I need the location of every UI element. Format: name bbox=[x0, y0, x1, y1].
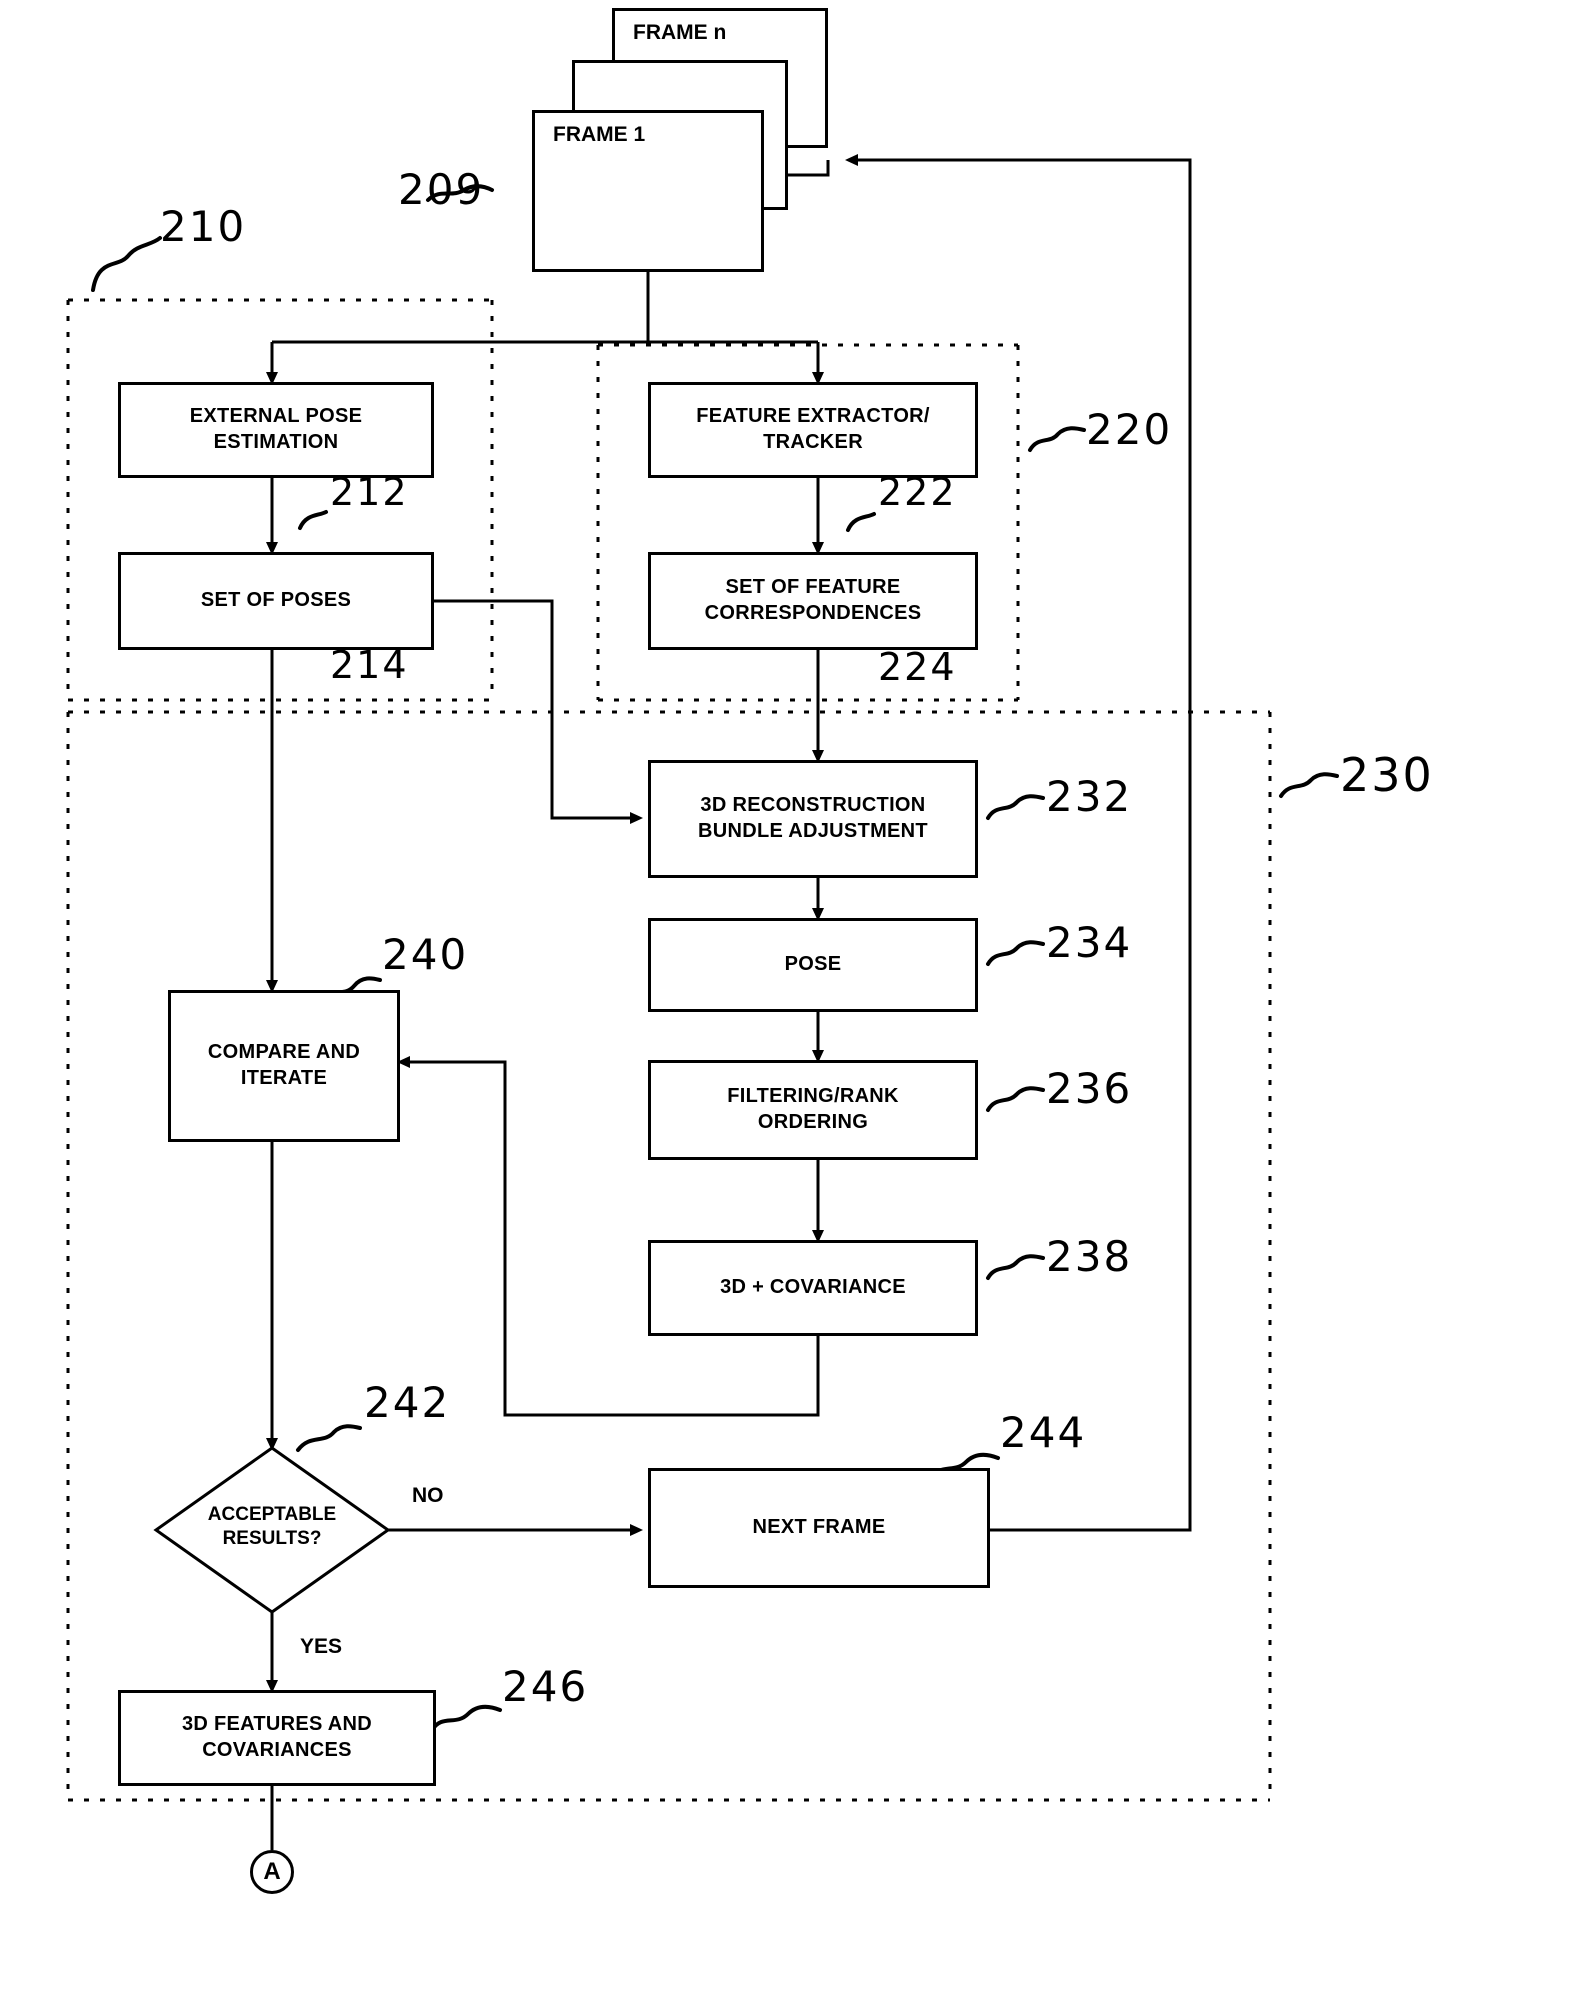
ref-232: 232 bbox=[1046, 772, 1133, 821]
feature-extractor-tracker-box: FEATURE EXTRACTOR/ TRACKER bbox=[648, 382, 978, 478]
compare-and-iterate-box: COMPARE AND ITERATE bbox=[168, 990, 400, 1142]
3d-features-line1: 3D FEATURES AND bbox=[181, 1713, 373, 1736]
ref-222: 222 bbox=[878, 470, 957, 514]
connector-a-circle: A bbox=[250, 1850, 294, 1894]
leader-242 bbox=[296, 1424, 362, 1452]
reconstruction-line2: BUNDLE ADJUSTMENT bbox=[698, 820, 928, 842]
ref-234: 234 bbox=[1046, 918, 1133, 967]
filtering-line1: FILTERING/RANK bbox=[727, 1085, 899, 1108]
leader-232 bbox=[986, 794, 1045, 820]
figure-canvas: FRAME n FRAME 1 EXTERNAL POSE ESTIMATION… bbox=[0, 0, 1574, 1993]
frame-n-label: FRAME n bbox=[633, 21, 727, 44]
leader-220 bbox=[1028, 426, 1086, 452]
decision-line2: RESULTS? bbox=[222, 1527, 322, 1549]
ref-209: 209 bbox=[398, 165, 485, 214]
leader-230 bbox=[1279, 772, 1339, 798]
leader-214 bbox=[298, 510, 328, 530]
leader-246 bbox=[430, 1704, 502, 1732]
frame-1-label: FRAME 1 bbox=[553, 123, 646, 146]
ref-240: 240 bbox=[382, 930, 469, 979]
leader-224 bbox=[846, 512, 876, 532]
decision-line1: ACCEPTABLE bbox=[207, 1504, 337, 1525]
leader-210 bbox=[91, 236, 162, 292]
external-pose-estimation-line1: EXTERNAL POSE bbox=[189, 405, 363, 428]
filtering-rank-ordering-box: FILTERING/RANK ORDERING bbox=[648, 1060, 978, 1160]
ref-212: 212 bbox=[330, 470, 409, 514]
external-pose-estimation-box: EXTERNAL POSE ESTIMATION bbox=[118, 382, 434, 478]
ref-210: 210 bbox=[160, 202, 247, 251]
branch-yes-label: YES bbox=[300, 1635, 343, 1658]
ref-224: 224 bbox=[878, 645, 957, 689]
line-set-of-poses-to-reconstruction bbox=[434, 599, 643, 824]
compare-line1: COMPARE AND bbox=[207, 1041, 361, 1064]
feature-extractor-tracker-line2: TRACKER bbox=[763, 431, 863, 453]
leader-234 bbox=[986, 940, 1045, 966]
reconstruction-line1: 3D RECONSTRUCTION bbox=[700, 794, 926, 817]
3d-features-and-covariances-box: 3D FEATURES AND COVARIANCES bbox=[118, 1690, 436, 1786]
feature-extractor-tracker-line1: FEATURE EXTRACTOR/ bbox=[696, 405, 930, 428]
set-of-feature-correspondences-box: SET OF FEATURE CORRESPONDENCES bbox=[648, 552, 978, 650]
ref-246: 246 bbox=[502, 1662, 589, 1711]
external-pose-estimation-line2: ESTIMATION bbox=[213, 431, 339, 453]
pose-box: POSE bbox=[648, 918, 978, 1012]
filtering-line2: ORDERING bbox=[757, 1111, 869, 1133]
3d-plus-covariance-box: 3D + COVARIANCE bbox=[648, 1240, 978, 1336]
ref-220: 220 bbox=[1086, 405, 1173, 454]
set-of-poses-box: SET OF POSES bbox=[118, 552, 434, 650]
next-frame-box: NEXT FRAME bbox=[648, 1468, 990, 1588]
ref-242: 242 bbox=[364, 1378, 451, 1427]
3d-features-line2: COVARIANCES bbox=[202, 1739, 352, 1761]
leader-236 bbox=[986, 1086, 1045, 1112]
connector-a-label: A bbox=[263, 1858, 281, 1885]
frame-1-box: FRAME 1 bbox=[532, 110, 764, 272]
set-of-feature-correspondences-line2: CORRESPONDENCES bbox=[704, 602, 922, 624]
ref-230: 230 bbox=[1340, 748, 1434, 802]
set-of-poses-line1: SET OF POSES bbox=[200, 589, 352, 612]
pose-line1: POSE bbox=[784, 953, 842, 976]
branch-no-label: NO bbox=[412, 1484, 444, 1507]
ref-244: 244 bbox=[1000, 1408, 1087, 1457]
next-frame-line1: NEXT FRAME bbox=[752, 1516, 886, 1539]
leader-238 bbox=[986, 1254, 1045, 1280]
ref-236: 236 bbox=[1046, 1064, 1133, 1113]
3d-reconstruction-bundle-adjustment-box: 3D RECONSTRUCTION BUNDLE ADJUSTMENT bbox=[648, 760, 978, 878]
decision-label: ACCEPTABLE RESULTS? bbox=[156, 1503, 388, 1551]
covariance-line1: 3D + COVARIANCE bbox=[720, 1276, 906, 1299]
compare-line2: ITERATE bbox=[240, 1067, 328, 1089]
ref-214: 214 bbox=[330, 643, 409, 687]
ref-238: 238 bbox=[1046, 1232, 1133, 1281]
set-of-feature-correspondences-line1: SET OF FEATURE bbox=[725, 576, 901, 599]
